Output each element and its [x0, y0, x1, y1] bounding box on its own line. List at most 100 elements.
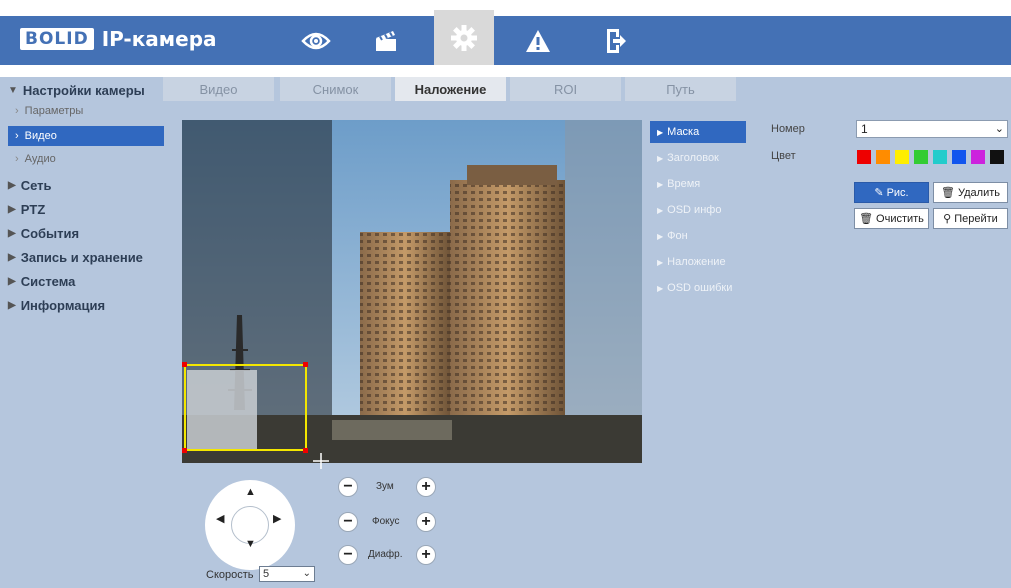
- iris-label: Диафр.: [368, 549, 403, 560]
- nav-playback[interactable]: [356, 16, 416, 65]
- nav-alarm[interactable]: [508, 16, 568, 65]
- trash-icon: 🗑: [859, 213, 874, 225]
- arrow-left-icon[interactable]: ◀: [216, 512, 224, 525]
- focus-far-button[interactable]: +: [416, 512, 436, 532]
- sidebar-label: Настройки камеры: [22, 83, 145, 98]
- caret-right-icon: ▶: [8, 252, 16, 263]
- sidebar-label: Система: [20, 274, 76, 289]
- caret-right-icon: ▶: [657, 205, 664, 215]
- menu-osd-info[interactable]: ▶ OSD инфо: [650, 199, 746, 221]
- arrow-down-icon[interactable]: ▼: [245, 538, 256, 550]
- chevron-down-icon: ⌄: [302, 568, 311, 579]
- color-swatch-cyan[interactable]: [933, 150, 947, 164]
- menu-label: Фон: [667, 230, 688, 242]
- color-swatch-magenta[interactable]: [971, 150, 985, 164]
- clear-button[interactable]: 🗑 Очистить: [854, 208, 929, 229]
- sidebar-label: Сеть: [20, 178, 52, 193]
- sidebar-label: События: [20, 226, 80, 241]
- zoom-out-button[interactable]: −: [338, 477, 358, 497]
- caret-right-icon: ▶: [8, 180, 16, 191]
- caret-right-icon: ▶: [657, 231, 664, 241]
- button-label: Перейти: [954, 212, 998, 225]
- number-value: 1: [861, 122, 868, 136]
- video-preview[interactable]: [182, 120, 642, 463]
- arrow-up-icon[interactable]: ▲: [245, 486, 256, 498]
- menu-label: OSD ошибки: [667, 282, 733, 294]
- sidebar-events[interactable]: ▶ События: [8, 226, 79, 241]
- menu-label: Заголовок: [667, 152, 719, 164]
- color-swatch-yellow[interactable]: [895, 150, 909, 164]
- logo-mark: BOLID: [20, 28, 94, 50]
- menu-background[interactable]: ▶ Фон: [650, 225, 746, 247]
- tab-roi[interactable]: ROI: [510, 77, 621, 101]
- gear-icon: [451, 24, 477, 51]
- edit-icon: ✎: [874, 187, 884, 199]
- button-label: Рис.: [886, 186, 909, 199]
- sidebar-info[interactable]: ▶ Информация: [8, 298, 105, 313]
- sidebar-ptz[interactable]: ▶ PTZ: [8, 202, 45, 217]
- color-swatch-black[interactable]: [990, 150, 1004, 164]
- goto-button[interactable]: ⚲ Перейти: [933, 208, 1008, 229]
- color-swatch-blue[interactable]: [952, 150, 966, 164]
- caret-right-icon: ▶: [657, 257, 664, 267]
- sidebar-label: PTZ: [20, 202, 46, 217]
- chevron-down-icon: ⌄: [994, 123, 1004, 135]
- caret-right-icon: ▶: [8, 300, 16, 311]
- zoom-in-button[interactable]: +: [416, 477, 436, 497]
- menu-overlay[interactable]: ▶ Наложение: [650, 251, 746, 273]
- menu-label: Время: [667, 178, 701, 190]
- menu-time[interactable]: ▶ Время: [650, 173, 746, 195]
- chevron-right-icon: ›: [15, 153, 19, 165]
- iris-open-button[interactable]: +: [416, 545, 436, 565]
- menu-label: Маска: [667, 126, 700, 138]
- product-name: IP-камера: [101, 27, 217, 51]
- sidebar-label: Видео: [24, 130, 57, 142]
- arrow-right-icon[interactable]: ▶: [273, 512, 281, 525]
- nav-live[interactable]: [286, 16, 346, 65]
- tab-path[interactable]: Путь: [625, 77, 736, 101]
- focus-near-button[interactable]: −: [338, 512, 358, 532]
- color-swatch-orange[interactable]: [876, 150, 890, 164]
- zoom-label: Зум: [376, 481, 394, 492]
- menu-mask[interactable]: ▶ Маска: [650, 121, 746, 143]
- logo: BOLID IP-камера: [20, 27, 217, 51]
- button-label: Удалить: [957, 186, 1000, 199]
- nav-logout[interactable]: [586, 16, 646, 65]
- crosshair-cursor-icon: [313, 453, 329, 469]
- nav-settings[interactable]: [434, 10, 494, 65]
- caret-right-icon: ▶: [8, 228, 16, 239]
- sidebar-network[interactable]: ▶ Сеть: [8, 178, 52, 193]
- menu-title[interactable]: ▶ Заголовок: [650, 147, 746, 169]
- tab-snapshot[interactable]: Снимок: [280, 77, 391, 101]
- camera-image: [182, 120, 642, 463]
- caret-right-icon: ▶: [8, 204, 16, 215]
- color-label: Цвет: [771, 150, 796, 162]
- sidebar-item-params[interactable]: › Параметры: [15, 105, 83, 117]
- color-swatch-green[interactable]: [914, 150, 928, 164]
- sidebar-item-audio[interactable]: › Аудио: [15, 153, 56, 165]
- sidebar-camera-settings[interactable]: ▼ Настройки камеры: [8, 83, 145, 98]
- speed-select[interactable]: 5 ⌄: [259, 566, 315, 582]
- warning-icon: [526, 29, 550, 52]
- delete-button[interactable]: 🗑 Удалить: [933, 182, 1008, 203]
- color-swatch-red[interactable]: [857, 150, 871, 164]
- sidebar-system[interactable]: ▶ Система: [8, 274, 75, 289]
- caret-right-icon: ▶: [657, 179, 664, 189]
- tab-video[interactable]: Видео: [163, 77, 274, 101]
- chevron-right-icon: ›: [15, 105, 19, 117]
- iris-close-button[interactable]: −: [338, 545, 358, 565]
- speed-value: 5: [263, 568, 270, 580]
- sidebar-label: Параметры: [24, 105, 84, 117]
- sidebar-item-video[interactable]: › Видео: [8, 126, 164, 146]
- sidebar-label: Информация: [20, 298, 106, 313]
- chevron-right-icon: ›: [15, 130, 19, 142]
- eye-icon: [301, 32, 331, 49]
- tab-overlay[interactable]: Наложение: [395, 77, 506, 102]
- exit-icon: [607, 28, 626, 53]
- menu-label: Наложение: [667, 256, 726, 268]
- caret-right-icon: ▶: [657, 283, 664, 293]
- number-select[interactable]: 1 ⌄: [856, 120, 1008, 138]
- sidebar-storage[interactable]: ▶ Запись и хранение: [8, 250, 143, 265]
- draw-button[interactable]: ✎ Рис.: [854, 182, 929, 203]
- menu-osd-errors[interactable]: ▶ OSD ошибки: [650, 277, 746, 299]
